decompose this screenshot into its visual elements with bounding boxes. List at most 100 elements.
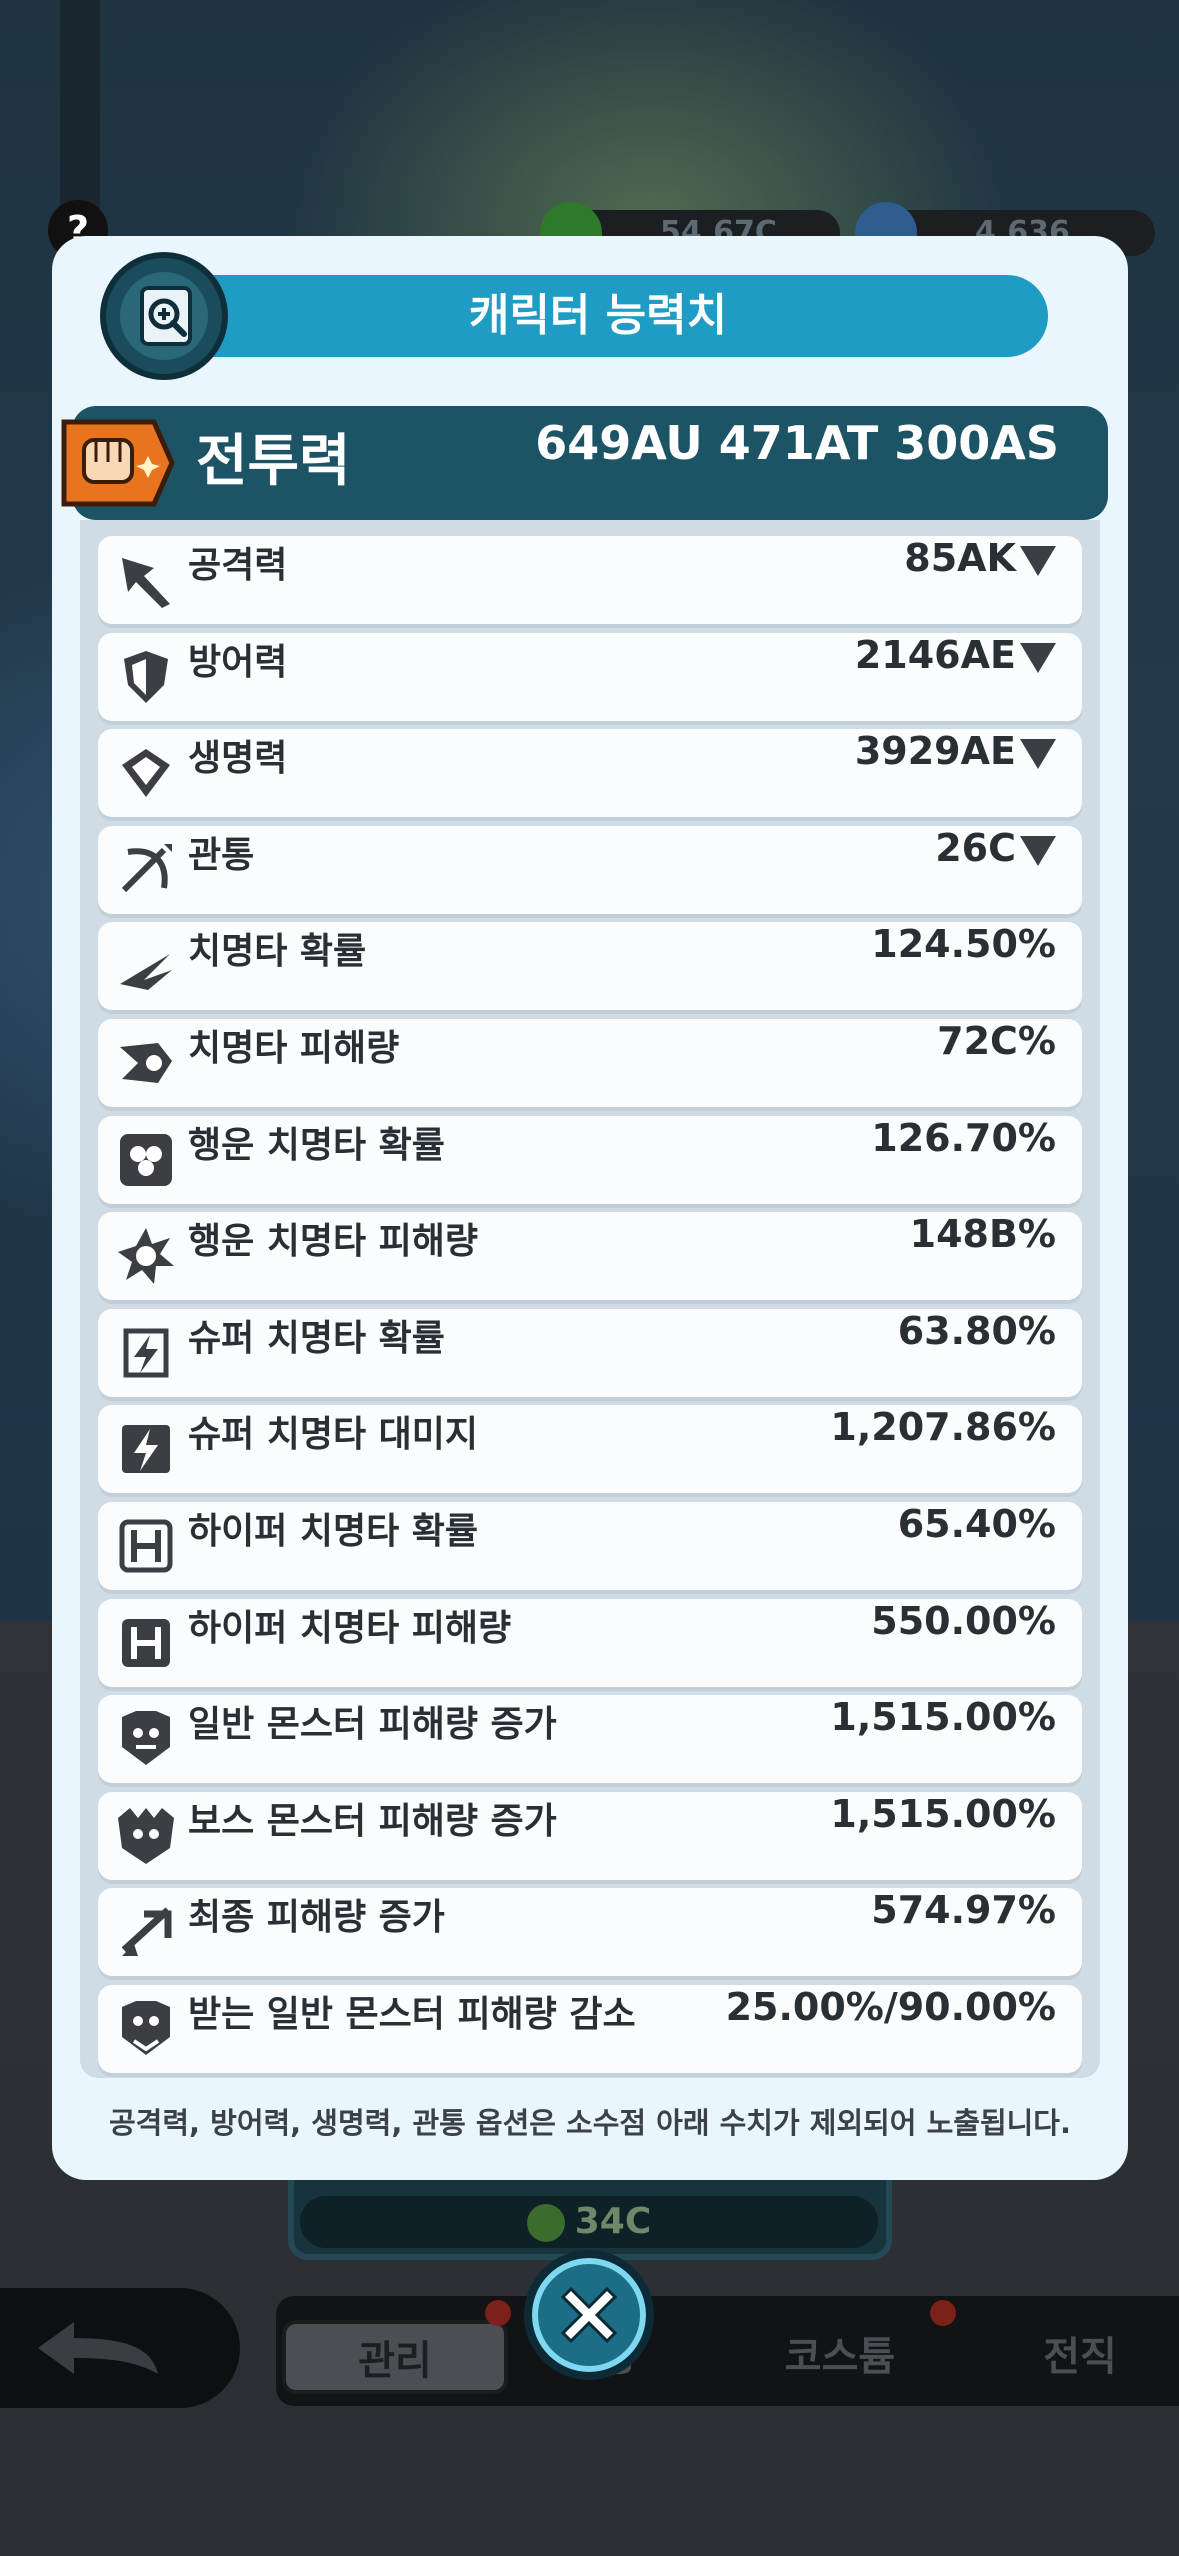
stat-row: 받는 일반 몬스터 피해량 감소 25.00%/90.00% bbox=[98, 1985, 1082, 2073]
stat-value-group: 2146AE bbox=[855, 633, 1056, 721]
stat-value: 2146AE bbox=[854, 633, 1016, 677]
stat-row: 하이퍼 치명타 확률 65.40% bbox=[98, 1502, 1082, 1590]
burst-icon bbox=[118, 1228, 174, 1284]
stat-value: 63.80% bbox=[897, 1309, 1056, 1353]
expand-triangle-icon[interactable] bbox=[1020, 835, 1056, 866]
back-arrow-icon bbox=[38, 2322, 158, 2374]
expand-triangle-icon[interactable] bbox=[1020, 642, 1056, 673]
sword-icon bbox=[122, 558, 170, 608]
monster-icon bbox=[122, 1711, 170, 1765]
stat-value-group: 124.50% bbox=[871, 922, 1056, 1010]
tab-costume-notification-dot bbox=[930, 2300, 956, 2326]
stat-row[interactable]: 공격력 85AK bbox=[98, 536, 1082, 624]
stat-row[interactable]: 생명력 3929AE bbox=[98, 729, 1082, 817]
stat-label: 슈퍼 치명타 확률 bbox=[188, 1318, 445, 1359]
shield-icon bbox=[124, 651, 168, 703]
scroll-magnifier-icon bbox=[100, 252, 228, 380]
stat-value-group: 148B% bbox=[910, 1212, 1056, 1300]
heart-icon bbox=[122, 749, 170, 797]
crit-damage-icon bbox=[120, 1043, 172, 1083]
claw-icon bbox=[120, 954, 172, 990]
stat-label: 생명력 bbox=[188, 738, 288, 779]
stat-value-group: 63.80% bbox=[898, 1309, 1056, 1397]
stat-value: 65.40% bbox=[897, 1502, 1056, 1546]
stat-value: 72C% bbox=[937, 1019, 1056, 1063]
exp-bar: 34C bbox=[300, 2196, 878, 2248]
stat-label: 보스 몬스터 피해량 증가 bbox=[188, 1801, 557, 1842]
stat-value: 574.97% bbox=[871, 1888, 1056, 1932]
super-damage-icon bbox=[122, 1425, 170, 1473]
bow-icon bbox=[121, 844, 172, 893]
stat-label: 일반 몬스터 피해량 증가 bbox=[188, 1704, 557, 1745]
stat-label: 공격력 bbox=[188, 545, 288, 586]
stat-row: 최종 피해량 증가 574.97% bbox=[98, 1888, 1082, 1976]
stat-value-group: 3929AE bbox=[855, 729, 1056, 817]
stat-label: 받는 일반 몬스터 피해량 감소 bbox=[188, 1994, 636, 2035]
tab-costume[interactable]: 코스튬 bbox=[760, 2320, 920, 2394]
stat-value-group: 1,515.00% bbox=[830, 1792, 1056, 1880]
stat-label: 행운 치명타 피해량 bbox=[188, 1221, 479, 1262]
clover-icon bbox=[120, 1134, 172, 1186]
stat-label: 방어력 bbox=[188, 642, 288, 683]
boss-icon bbox=[118, 1808, 174, 1864]
stat-value: 1,207.86% bbox=[830, 1405, 1056, 1449]
close-button[interactable] bbox=[524, 2250, 654, 2380]
stat-label: 슈퍼 치명타 대미지 bbox=[188, 1414, 479, 1455]
stat-value-group: 25.00%/90.00% bbox=[726, 1985, 1056, 2073]
expand-triangle-icon[interactable] bbox=[1020, 545, 1056, 576]
stat-row: 치명타 피해량 72C% bbox=[98, 1019, 1082, 1107]
stat-value-group: 72C% bbox=[937, 1019, 1056, 1107]
stat-value-group: 65.40% bbox=[898, 1502, 1056, 1590]
stats-footnote: 공격력, 방어력, 생명력, 관통 옵션은 소수점 아래 수치가 제외되어 노출… bbox=[108, 2106, 1071, 2140]
stat-value: 26C bbox=[935, 826, 1016, 870]
stat-label: 행운 치명타 확률 bbox=[188, 1125, 445, 1166]
stat-row[interactable]: 방어력 2146AE bbox=[98, 633, 1082, 721]
stat-value: 25.00%/90.00% bbox=[725, 1985, 1056, 2029]
stat-row: 치명타 확률 124.50% bbox=[98, 922, 1082, 1010]
stat-row: 일반 몬스터 피해량 증가 1,515.00% bbox=[98, 1695, 1082, 1783]
stat-row: 보스 몬스터 피해량 증가 1,515.00% bbox=[98, 1792, 1082, 1880]
stat-label: 관통 bbox=[188, 835, 255, 876]
tab-manage[interactable]: 관리 bbox=[282, 2320, 508, 2394]
fist-icon bbox=[61, 419, 175, 507]
exp-mini-icon bbox=[526, 2204, 565, 2242]
hyper-damage-icon bbox=[122, 1619, 170, 1667]
stat-value: 1,515.00% bbox=[830, 1792, 1056, 1836]
stat-row: 슈퍼 치명타 확률 63.80% bbox=[98, 1309, 1082, 1397]
combat-power-value: 649AU 471AT 300AS bbox=[535, 416, 1059, 470]
stat-value: 126.70% bbox=[871, 1116, 1056, 1160]
tab-manage-notification-dot bbox=[485, 2300, 511, 2326]
final-damage-icon bbox=[121, 1907, 172, 1956]
stat-value: 3929AE bbox=[854, 729, 1016, 773]
stat-row: 슈퍼 치명타 대미지 1,207.86% bbox=[98, 1405, 1082, 1493]
damage-reduction-icon bbox=[122, 2001, 170, 2055]
stat-value-group: 1,207.86% bbox=[830, 1405, 1056, 1493]
stat-label: 치명타 확률 bbox=[188, 931, 367, 972]
stat-label: 최종 피해량 증가 bbox=[188, 1897, 445, 1938]
tab-job-change[interactable]: 전직 bbox=[1000, 2320, 1160, 2394]
exp-bar-value: 34C bbox=[574, 2201, 652, 2242]
stat-value: 148B% bbox=[909, 1212, 1056, 1256]
stat-value-group: 1,515.00% bbox=[830, 1695, 1056, 1783]
modal-title: 캐릭터 능력치 bbox=[148, 275, 1048, 357]
stat-label: 치명타 피해량 bbox=[188, 1028, 400, 1069]
stat-row: 행운 치명타 피해량 148B% bbox=[98, 1212, 1082, 1300]
stat-row: 하이퍼 치명타 피해량 550.00% bbox=[98, 1599, 1082, 1687]
stat-row: 행운 치명타 확률 126.70% bbox=[98, 1116, 1082, 1204]
close-icon bbox=[560, 2286, 618, 2344]
stat-row[interactable]: 관통 26C bbox=[98, 826, 1082, 914]
stat-value: 550.00% bbox=[871, 1599, 1056, 1643]
stat-value: 85AK bbox=[904, 536, 1016, 580]
stat-value-group: 574.97% bbox=[871, 1888, 1056, 1976]
stat-label: 하이퍼 치명타 피해량 bbox=[188, 1608, 512, 1649]
stat-value-group: 126.70% bbox=[871, 1116, 1056, 1204]
super-crit-icon bbox=[123, 1328, 169, 1378]
hyper-crit-icon bbox=[119, 1519, 173, 1573]
combat-power-label: 전투력 bbox=[196, 429, 351, 494]
expand-triangle-icon[interactable] bbox=[1020, 738, 1056, 769]
stat-value-group: 26C bbox=[935, 826, 1056, 914]
stat-value-group: 85AK bbox=[904, 536, 1056, 624]
stat-value-group: 550.00% bbox=[871, 1599, 1056, 1687]
stat-value: 1,515.00% bbox=[830, 1695, 1056, 1739]
stat-value: 124.50% bbox=[871, 922, 1056, 966]
